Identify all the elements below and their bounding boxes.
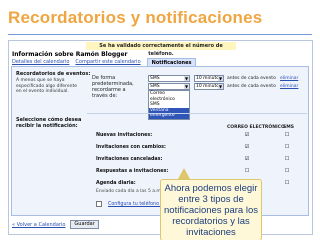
email-checkbox[interactable]: ☑ — [244, 133, 250, 139]
callout-note: Ahora podemos elegir entre 3 tipos de no… — [160, 179, 262, 240]
chevron-down-icon: ▼ — [184, 76, 189, 81]
sms-checkbox[interactable]: ☐ — [284, 145, 290, 151]
reminder-time-select[interactable]: 10 minutos ▼ — [194, 75, 224, 82]
notification-label: Respuestas a invitaciones: — [96, 169, 169, 174]
notification-label: Agenda diaria: — [96, 181, 136, 186]
title-rule — [8, 34, 312, 35]
reminder-time-select[interactable]: 10 minutos ▼ — [194, 83, 224, 90]
back-to-calendar-link[interactable]: « Volver a Calendario — [12, 222, 65, 228]
chevron-down-icon: ▼ — [184, 84, 189, 89]
validation-notice: Se ha validado correctamente el número d… — [86, 42, 236, 57]
reminder-method-value: SMS — [150, 84, 160, 89]
notification-label: Invitaciones canceladas: — [96, 157, 163, 162]
notifications-label: Seleccione cómo desea recibir la notific… — [16, 117, 82, 129]
default-reminder-desc: De forma predeterminada, recordarme a tr… — [92, 75, 134, 99]
agenda-desc: Enviado cada día a las 5 a.m. — [96, 189, 163, 194]
reminders-desc: A menos que se haya especificado algo di… — [16, 78, 77, 94]
reminder-suffix: antes de cada evento — [227, 76, 276, 81]
sms-checkbox[interactable]: ☐ — [284, 181, 290, 187]
phone-icon — [96, 201, 102, 207]
sms-checkbox[interactable]: ☐ — [284, 157, 290, 163]
remove-reminder-link[interactable]: eliminar — [280, 75, 298, 82]
slide-title: Recordatorios y notificaciones — [8, 8, 263, 27]
tab-share-calendar[interactable]: Compartir este calendario — [75, 58, 140, 66]
callout-tail — [178, 168, 190, 179]
tab-calendar-details[interactable]: Detalles del calendario — [12, 58, 69, 66]
tab-notifications[interactable]: Notificaciones — [146, 58, 197, 66]
reminder-method-value: SMS — [150, 76, 160, 81]
dropdown-option-email[interactable]: Correo electrónico — [149, 91, 189, 102]
reminder-suffix: antes de cada evento — [227, 84, 276, 89]
settings-tabs: Detalles del calendario Compartir este c… — [12, 58, 197, 66]
notification-row: Respuestas a invitaciones: ☐ ☐ — [94, 168, 304, 177]
section-divider — [87, 113, 307, 114]
remove-reminder-link[interactable]: eliminar — [280, 83, 298, 90]
chevron-down-icon: ▼ — [218, 76, 223, 81]
notification-label: Nuevas invitaciones: — [96, 133, 153, 138]
notification-label: Invitaciones con cambios: — [96, 145, 166, 150]
bottom-bar: « Volver a Calendario Guardar — [12, 220, 99, 229]
email-checkbox[interactable]: ☐ — [244, 169, 250, 175]
email-checkbox[interactable]: ☑ — [244, 145, 250, 151]
notification-row: Nuevas invitaciones: ☑ ☐ — [94, 132, 304, 141]
column-email: CORREO ELECTRÓNICO — [227, 125, 285, 130]
reminder-method-dropdown: Correo electrónico SMS Ventana emergente — [148, 90, 190, 120]
notification-row: Invitaciones con cambios: ☑ ☐ — [94, 144, 304, 153]
column-sms: SMS — [283, 125, 294, 130]
email-checkbox[interactable]: ☑ — [244, 157, 250, 163]
save-button[interactable]: Guardar — [70, 220, 99, 229]
sms-checkbox[interactable]: ☐ — [284, 169, 290, 175]
reminder-method-select[interactable]: SMS ▼ — [148, 83, 190, 90]
reminders-label: Recordatorios de eventos: — [16, 71, 91, 77]
notification-row: Invitaciones canceladas: ☑ ☐ — [94, 156, 304, 165]
sms-checkbox[interactable]: ☐ — [284, 133, 290, 139]
info-title: Información sobre Ramón Blogger — [12, 51, 128, 58]
reminder-method-select[interactable]: SMS ▼ — [148, 75, 190, 82]
chevron-down-icon: ▼ — [218, 84, 223, 89]
